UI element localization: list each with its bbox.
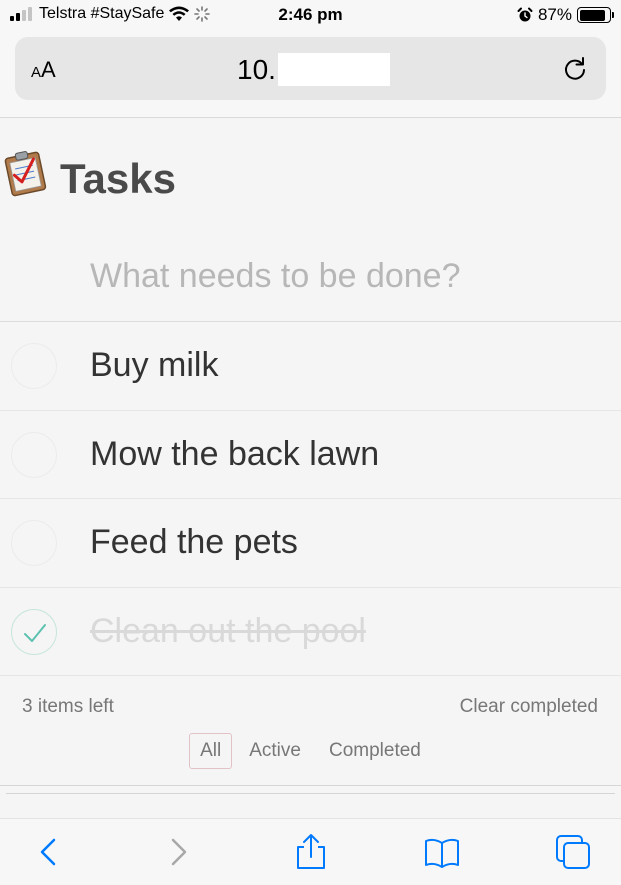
todo-item: Clean out the pool: [0, 588, 621, 676]
clipboard-icon: [4, 151, 47, 197]
status-right: 87%: [517, 5, 614, 25]
alarm-icon: [517, 7, 533, 22]
checkmark-icon: [24, 623, 46, 642]
todo-label[interactable]: Buy milk: [90, 346, 218, 385]
filter-all[interactable]: All: [189, 733, 233, 769]
todo-item: Feed the pets: [0, 499, 621, 588]
todo-item: Buy milk: [0, 322, 621, 411]
share-icon[interactable]: [291, 832, 331, 872]
page-title: Tasks: [60, 155, 176, 202]
battery-icon: [577, 7, 614, 23]
todo-list: Buy milk Mow the back lawn Feed the pets Cl…: [0, 321, 621, 676]
browser-toolbar: [0, 818, 621, 885]
todo-toggle-checkbox[interactable]: [11, 608, 57, 655]
todo-app: Tasks Buy milk Mow the back lawn Feed the …: [0, 119, 621, 819]
text-size-button[interactable]: AA: [31, 57, 56, 83]
bookmarks-icon[interactable]: [422, 832, 462, 872]
todo-toggle-checkbox[interactable]: [11, 520, 57, 566]
text-size-small-glyph: A: [31, 64, 42, 81]
todo-label[interactable]: Feed the pets: [90, 523, 298, 562]
todo-toggle-checkbox[interactable]: [11, 343, 57, 389]
filter-completed[interactable]: Completed: [318, 733, 432, 769]
todo-footer: 3 items left Clear completed All Active Co…: [0, 675, 621, 779]
text-size-large-glyph: A: [41, 57, 56, 82]
todo-label[interactable]: Clean out the pool: [90, 612, 366, 651]
app-header: Tasks: [0, 119, 621, 321]
todo-item: Mow the back lawn: [0, 411, 621, 499]
list-stack-shadow-2: [6, 786, 615, 794]
new-todo-input[interactable]: [0, 231, 621, 321]
tabs-icon[interactable]: [553, 832, 593, 872]
address-bar[interactable]: AA 10.: [15, 37, 606, 100]
url-redaction: [277, 53, 390, 86]
forward-icon[interactable]: [159, 832, 199, 872]
status-bar: Telstra #StaySafe 2:46 pm 87%: [0, 0, 621, 32]
url-field[interactable]: 10.: [237, 53, 390, 86]
items-left-count: 3 items left: [22, 696, 114, 717]
todo-toggle-checkbox[interactable]: [11, 431, 57, 478]
reload-icon[interactable]: [561, 54, 589, 82]
url-text: 10.: [237, 53, 276, 85]
filter-tabs: All Active Completed: [0, 733, 621, 769]
battery-percent: 87%: [537, 5, 572, 24]
back-icon[interactable]: [28, 832, 68, 872]
battery-fill: [579, 9, 605, 21]
clear-completed-button[interactable]: Clear completed: [460, 696, 598, 718]
browser-address-area: AA 10.: [0, 32, 621, 118]
todo-label[interactable]: Mow the back lawn: [90, 435, 379, 474]
filter-active[interactable]: Active: [238, 733, 312, 769]
